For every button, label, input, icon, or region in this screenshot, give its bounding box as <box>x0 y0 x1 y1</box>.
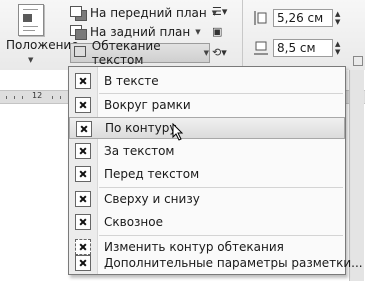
width-spinner[interactable]: ▲ ▼ <box>335 40 340 56</box>
menu-item-in-line[interactable]: В тексте <box>69 70 345 92</box>
height-spinner[interactable]: ▲ ▼ <box>335 10 340 26</box>
chevron-down-icon: ▼ <box>203 49 209 57</box>
wrap-top-bottom-icon <box>75 191 91 207</box>
menu-item-in-front-of-text[interactable]: Перед текстом <box>69 163 345 185</box>
width-input[interactable]: 8,5 см <box>273 39 333 57</box>
ruler-number: 12 <box>32 91 43 100</box>
wrap-tight-icon <box>76 121 92 137</box>
menu-item-label: В тексте <box>104 74 159 88</box>
menu-item-label: Перед текстом <box>104 167 200 181</box>
chevron-down-icon[interactable]: ▼ <box>195 28 200 36</box>
align-icon[interactable]: ☰▾ <box>212 5 227 18</box>
menu-item-square[interactable]: Вокруг рамки <box>69 94 345 116</box>
wrap-text-icon <box>74 46 88 60</box>
wrap-behind-text-icon <box>75 143 91 159</box>
group-icon[interactable]: ▣ <box>212 25 222 38</box>
wrap-square-icon <box>75 97 91 113</box>
height-icon <box>253 10 269 26</box>
wrap-text-button[interactable]: Обтекание текстом ▼ <box>70 39 210 67</box>
send-backward-icon <box>70 25 87 40</box>
position-icon <box>18 4 44 36</box>
menu-item-tight[interactable]: По контуру <box>69 117 345 139</box>
menu-item-more-layout-options[interactable]: Дополнительные параметры разметки... <box>69 252 363 274</box>
rotate-icon[interactable]: ⟲▾ <box>212 46 227 59</box>
wrap-in-line-icon <box>75 73 91 89</box>
menu-item-label: За текстом <box>104 144 175 158</box>
menu-item-label: Сквозное <box>104 215 163 229</box>
position-label: Положение <box>6 38 79 52</box>
shape-height-control: 5,26 см ▲ ▼ <box>253 7 340 29</box>
bring-forward-label: На передний план <box>90 6 207 20</box>
mouse-pointer-icon <box>172 123 184 141</box>
dialog-launcher-icon[interactable] <box>353 56 363 66</box>
menu-item-label: По контуру <box>105 121 177 135</box>
shape-width-control: 8,5 см ▲ ▼ <box>253 37 340 59</box>
layout-options-icon <box>75 255 91 271</box>
send-backward-label: На задний план <box>90 25 191 39</box>
wrap-text-menu: В тексте Вокруг рамки По контуру За текс… <box>68 66 363 275</box>
wrap-through-icon <box>75 214 91 230</box>
menu-item-behind-text[interactable]: За текстом <box>69 140 345 162</box>
width-icon <box>253 40 269 56</box>
ribbon: Положение ▼ На передний план ▼ На задний… <box>0 0 365 70</box>
bring-forward-button[interactable]: На передний план ▼ <box>70 3 217 23</box>
ribbon-separator <box>242 0 243 68</box>
menu-item-label: Дополнительные параметры разметки... <box>104 256 363 270</box>
wrap-in-front-icon <box>75 166 91 182</box>
wrap-text-label: Обтекание текстом <box>91 39 161 67</box>
chevron-down-icon: ▼ <box>28 56 34 64</box>
menu-item-top-and-bottom[interactable]: Сверху и снизу <box>69 188 345 210</box>
height-input[interactable]: 5,26 см <box>273 9 333 27</box>
menu-item-label: Сверху и снизу <box>104 192 200 206</box>
menu-item-through[interactable]: Сквозное <box>69 211 345 233</box>
menu-item-label: Вокруг рамки <box>104 98 191 112</box>
vertical-scrollbar[interactable] <box>349 70 364 281</box>
bring-forward-icon <box>70 6 87 21</box>
position-button[interactable]: Положение ▼ <box>2 0 79 66</box>
